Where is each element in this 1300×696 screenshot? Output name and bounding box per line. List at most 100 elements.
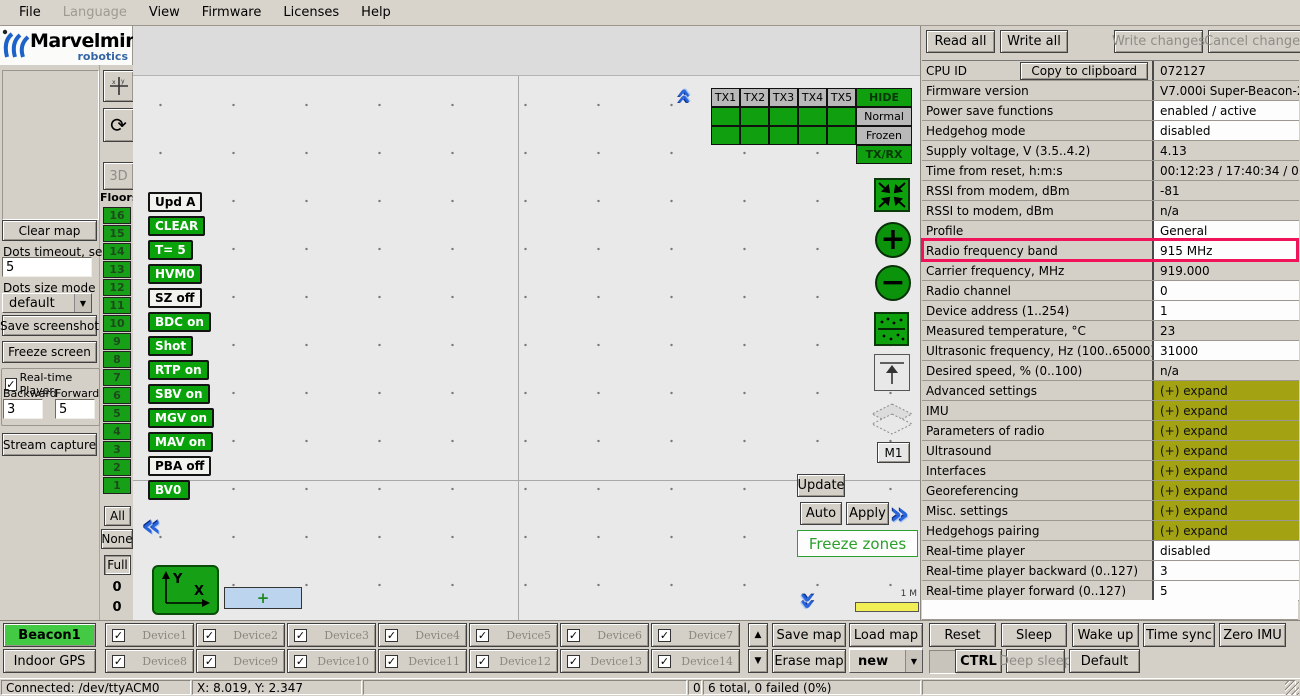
device-checkbox[interactable]: ✓ bbox=[203, 629, 216, 642]
ctrl-button[interactable]: CTRL bbox=[955, 649, 1002, 673]
floor-button-11[interactable]: 11 bbox=[103, 297, 131, 314]
map-toggle-t-5[interactable]: T= 5 bbox=[148, 240, 193, 260]
floor-button-1[interactable]: 1 bbox=[103, 477, 131, 494]
param-value[interactable]: (+) expand bbox=[1154, 441, 1299, 460]
tx-frozen-cell-1[interactable] bbox=[711, 126, 740, 145]
tx-frozen-cell-2[interactable] bbox=[740, 126, 769, 145]
device-checkbox[interactable]: ✓ bbox=[567, 655, 580, 668]
menu-item-language[interactable]: Language bbox=[52, 2, 138, 23]
floor-button-13[interactable]: 13 bbox=[103, 261, 131, 278]
device-toggle-device2[interactable]: ✓Device2 bbox=[196, 623, 285, 647]
menu-item-view[interactable]: View bbox=[138, 2, 191, 23]
collapse-left-icon[interactable]: « bbox=[142, 512, 161, 542]
map-toggle-hvm0[interactable]: HVM0 bbox=[148, 264, 202, 284]
floor-button-4[interactable]: 4 bbox=[103, 423, 131, 440]
param-value[interactable]: 919.000 bbox=[1154, 261, 1299, 280]
map-toggle-pba-off[interactable]: PBA off bbox=[148, 456, 211, 476]
device-toggle-device5[interactable]: ✓Device5 bbox=[469, 623, 558, 647]
param-value[interactable]: (+) expand bbox=[1154, 461, 1299, 480]
auto-button[interactable]: Auto bbox=[800, 502, 842, 525]
param-value[interactable]: 00:12:23 / 17:40:34 / 0 bbox=[1154, 161, 1299, 180]
floor-button-2[interactable]: 2 bbox=[103, 459, 131, 476]
cancel-changes-button[interactable]: Cancel changes bbox=[1208, 30, 1300, 53]
param-value[interactable]: (+) expand bbox=[1154, 421, 1299, 440]
device-checkbox[interactable]: ✓ bbox=[294, 655, 307, 668]
device-toggle-device7[interactable]: ✓Device7 bbox=[651, 623, 740, 647]
clear-map-button[interactable]: Clear map bbox=[2, 220, 97, 241]
time-sync-button[interactable]: Time sync bbox=[1143, 623, 1215, 647]
write-changes-button[interactable]: Write changes bbox=[1114, 30, 1203, 53]
map-canvas[interactable]: Upd ACLEART= 5HVM0SZ offBDC onShotRTP on… bbox=[133, 26, 920, 620]
device-checkbox[interactable]: ✓ bbox=[658, 655, 671, 668]
dots-display-button[interactable] bbox=[874, 312, 909, 346]
write-all-button[interactable]: Write all bbox=[1000, 30, 1068, 53]
menu-item-help[interactable]: Help bbox=[350, 2, 402, 23]
erase-map-button[interactable]: Erase map bbox=[772, 649, 846, 673]
device-checkbox[interactable]: ✓ bbox=[294, 629, 307, 642]
device-checkbox[interactable]: ✓ bbox=[658, 629, 671, 642]
expand-right-icon[interactable]: » bbox=[890, 500, 909, 530]
device-toggle-device12[interactable]: ✓Device12 bbox=[469, 649, 558, 673]
forward-input[interactable]: 5 bbox=[55, 399, 95, 419]
device-checkbox[interactable]: ✓ bbox=[476, 655, 489, 668]
map-toggle-bdc-on[interactable]: BDC on bbox=[148, 312, 211, 332]
param-value[interactable]: -81 bbox=[1154, 181, 1299, 200]
zoom-in-button[interactable]: + bbox=[875, 222, 911, 258]
load-map-button[interactable]: Load map bbox=[849, 623, 923, 647]
save-screenshot-button[interactable]: Save screenshot bbox=[2, 315, 97, 336]
wake-up-button[interactable]: Wake up bbox=[1072, 623, 1139, 647]
read-all-button[interactable]: Read all bbox=[926, 30, 995, 53]
floor-button-8[interactable]: 8 bbox=[103, 351, 131, 368]
stream-capture-button[interactable]: Stream capture bbox=[2, 433, 97, 456]
xy-axes-tool-button[interactable]: x y bbox=[103, 70, 134, 102]
ctrl-checkbox[interactable] bbox=[929, 650, 956, 674]
floors-all-button[interactable]: All bbox=[104, 506, 131, 526]
param-value[interactable]: 23 bbox=[1154, 321, 1299, 340]
tx-normal-cell-1[interactable] bbox=[711, 107, 740, 126]
tx-frozen-cell-3[interactable] bbox=[769, 126, 798, 145]
device-toggle-device1[interactable]: ✓Device1 bbox=[105, 623, 194, 647]
device-checkbox[interactable]: ✓ bbox=[112, 655, 125, 668]
device-checkbox[interactable]: ✓ bbox=[476, 629, 489, 642]
map-toggle-mav-on[interactable]: MAV on bbox=[148, 432, 213, 452]
copy-to-clipboard-button[interactable]: Copy to clipboard bbox=[1020, 62, 1148, 80]
device-toggle-device13[interactable]: ✓Device13 bbox=[560, 649, 649, 673]
param-value[interactable]: (+) expand bbox=[1154, 381, 1299, 400]
tx-normal-cell-5[interactable] bbox=[827, 107, 856, 126]
tx-header-tx5[interactable]: TX5 bbox=[827, 88, 856, 107]
dots-size-dropdown[interactable]: default ▼ bbox=[2, 293, 92, 313]
deep-sleep-button[interactable]: Deep sleep bbox=[1006, 649, 1065, 673]
floor-button-9[interactable]: 9 bbox=[103, 333, 131, 350]
dots-timeout-input[interactable]: 5 bbox=[2, 257, 92, 277]
floor-button-14[interactable]: 14 bbox=[103, 243, 131, 260]
param-value[interactable]: 915 MHz bbox=[1154, 241, 1299, 260]
map-toggle-upd-a[interactable]: Upd A bbox=[148, 192, 202, 212]
freeze-zones-button[interactable]: Freeze zones bbox=[797, 530, 918, 557]
param-value[interactable]: n/a bbox=[1154, 361, 1299, 380]
device-toggle-device10[interactable]: ✓Device10 bbox=[287, 649, 376, 673]
param-value[interactable]: 1 bbox=[1154, 301, 1299, 320]
device-toggle-device4[interactable]: ✓Device4 bbox=[378, 623, 467, 647]
device-toggle-device3[interactable]: ✓Device3 bbox=[287, 623, 376, 647]
map-select-dropdown[interactable]: new ▼ bbox=[849, 649, 923, 673]
backward-input[interactable]: 3 bbox=[3, 399, 43, 419]
layers-button[interactable] bbox=[870, 400, 914, 440]
move-up-button[interactable] bbox=[874, 354, 910, 391]
device-toggle-device9[interactable]: ✓Device9 bbox=[196, 649, 285, 673]
map-toggle-rtp-on[interactable]: RTP on bbox=[148, 360, 209, 380]
param-value[interactable]: 072127 bbox=[1154, 61, 1299, 80]
default-button[interactable]: Default bbox=[1069, 649, 1140, 673]
collapse-down-icon[interactable]: » bbox=[794, 592, 822, 610]
param-value[interactable]: 4.13 bbox=[1154, 141, 1299, 160]
device-checkbox[interactable]: ✓ bbox=[385, 655, 398, 668]
device-checkbox[interactable]: ✓ bbox=[567, 629, 580, 642]
floor-button-16[interactable]: 16 bbox=[103, 207, 131, 224]
resize-grip[interactable] bbox=[1285, 681, 1299, 695]
tx-header-tx3[interactable]: TX3 bbox=[769, 88, 798, 107]
floor-button-3[interactable]: 3 bbox=[103, 441, 131, 458]
map-toggle-sbv-on[interactable]: SBV on bbox=[148, 384, 210, 404]
chevron-down-icon[interactable]: ▼ bbox=[905, 650, 922, 672]
param-value[interactable]: 3 bbox=[1154, 561, 1299, 580]
device-checkbox[interactable]: ✓ bbox=[385, 629, 398, 642]
device-toggle-device8[interactable]: ✓Device8 bbox=[105, 649, 194, 673]
